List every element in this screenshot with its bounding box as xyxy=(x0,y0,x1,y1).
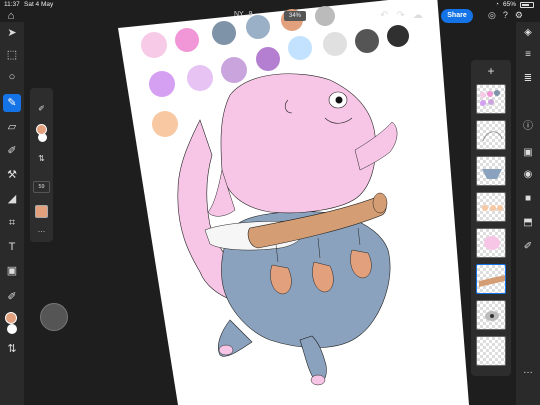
clock: 11:37 xyxy=(4,1,20,8)
settings-icon[interactable]: ⚙ xyxy=(515,10,523,21)
layer-thumbnail[interactable] xyxy=(476,156,506,186)
eyedropper-icon[interactable]: ✐ xyxy=(34,104,49,113)
battery-icon xyxy=(520,1,534,8)
layer-thumbnail[interactable] xyxy=(476,228,506,258)
left-foot xyxy=(218,344,234,356)
swap-icon[interactable]: ⇅ xyxy=(34,154,49,163)
layer-thumbnail[interactable] xyxy=(476,300,506,330)
status-right: ◔ 65% xyxy=(495,1,534,8)
eyedropper-tool-icon[interactable]: ✐ xyxy=(3,288,21,306)
info-icon[interactable]: ⓘ xyxy=(519,118,537,136)
layer-thumb-eye xyxy=(485,311,499,321)
undo-icon[interactable]: ↶ xyxy=(380,10,388,21)
layer-thumbnail[interactable] xyxy=(476,336,506,366)
layer-thumb-palette xyxy=(480,90,500,106)
more-options-icon[interactable]: … xyxy=(519,362,537,380)
add-mask-icon[interactable]: ▣ xyxy=(519,144,537,162)
layer-thumbnail[interactable] xyxy=(476,84,506,114)
layer-thumb-spots xyxy=(482,205,503,211)
layers-panel: + xyxy=(471,60,511,376)
more-icon[interactable]: … xyxy=(34,225,49,234)
place-image-tool-icon[interactable]: ▣ xyxy=(3,262,21,280)
swap-colors-icon[interactable]: ⇅ xyxy=(3,340,21,358)
touch-shortcut-button[interactable] xyxy=(40,303,68,331)
redo-icon[interactable]: ↷ xyxy=(396,10,404,21)
brush-tool-icon[interactable]: ✎ xyxy=(3,94,21,112)
add-layer-icon[interactable]: + xyxy=(485,64,497,78)
cloud-icon[interactable]: ☁ xyxy=(413,10,423,21)
left-toolbar: ➤ ⬚ ○ ✎ ▱ ✐ ⚒ ◢ ⌗ T ▣ ✐ ⇅ xyxy=(0,22,24,405)
brush-fg-color[interactable] xyxy=(36,124,47,135)
layer-thumb-belt xyxy=(479,275,505,287)
document-canvas[interactable] xyxy=(0,0,540,405)
select-tool-icon[interactable]: ➤ xyxy=(3,24,21,42)
smudge-tool-icon[interactable]: ✐ xyxy=(3,142,21,160)
history-controls: ↶ ↷ ☁ xyxy=(380,10,423,21)
brush-size[interactable]: 59 xyxy=(33,181,50,193)
crop-tool-icon[interactable]: ⌗ xyxy=(3,214,21,232)
top-toolbar: ⌂ NY...9 34% ↶ ↷ ☁ Share ◎ ? ⚙ xyxy=(0,8,540,24)
transform-tool-icon[interactable]: ⬚ xyxy=(3,46,21,64)
adjustments-icon[interactable]: ≣ xyxy=(519,70,537,88)
date: Sat 4 May xyxy=(24,1,54,8)
battery-label: 65% xyxy=(502,1,516,8)
clone-tool-icon[interactable]: ⚒ xyxy=(3,166,21,184)
comments-icon[interactable]: ◎ xyxy=(488,10,496,21)
lasso-tool-icon[interactable]: ○ xyxy=(3,68,21,86)
brush-properties-panel: ✐ ⇅ 59 … xyxy=(30,88,53,242)
wifi-icon: ◔ xyxy=(495,1,499,8)
visibility-icon[interactable]: ◉ xyxy=(519,166,537,184)
help-icon[interactable]: ? xyxy=(503,10,508,21)
brush-color-swatch[interactable] xyxy=(35,205,48,218)
home-icon[interactable]: ⌂ xyxy=(5,10,17,22)
creature-body xyxy=(220,73,376,214)
merge-icon[interactable]: ⬒ xyxy=(519,214,537,232)
share-button[interactable]: Share xyxy=(441,9,473,23)
type-tool-icon[interactable]: T xyxy=(3,238,21,256)
document-title[interactable]: NY...9 xyxy=(234,11,253,18)
foreground-color-swatch[interactable] xyxy=(5,312,17,324)
app-window: 11:37 Sat 4 May ◔ 65% ⌂ NY...9 34% ↶ ↷ ☁… xyxy=(0,0,540,405)
belt-knot xyxy=(372,192,388,214)
right-toolbar: ◈ ≡ ≣ ⓘ ▣ ◉ ■ ⬒ ✐ … xyxy=(516,22,540,405)
background-color-swatch[interactable] xyxy=(7,324,17,334)
zoom-level[interactable]: 34% xyxy=(284,11,306,21)
layer-thumb-blue xyxy=(482,169,502,179)
layer-thumbnail[interactable] xyxy=(476,192,506,222)
right-foot xyxy=(310,374,326,386)
fill-tool-icon[interactable]: ◢ xyxy=(3,190,21,208)
layer-thumbnail-selected[interactable] xyxy=(476,264,506,294)
layer-thumbnail[interactable] xyxy=(476,120,506,150)
layer-thumb-sketch xyxy=(482,131,503,142)
layer-thumb-pink xyxy=(484,236,500,250)
pupil xyxy=(335,96,343,104)
layer-properties-icon[interactable]: ≡ xyxy=(519,46,537,64)
paint-icon[interactable]: ✐ xyxy=(519,238,537,256)
top-right-icons: ◎ ? ⚙ xyxy=(488,10,523,21)
eraser-tool-icon[interactable]: ▱ xyxy=(3,118,21,136)
mask-icon[interactable]: ■ xyxy=(519,190,537,208)
layers-icon[interactable]: ◈ xyxy=(519,24,537,42)
